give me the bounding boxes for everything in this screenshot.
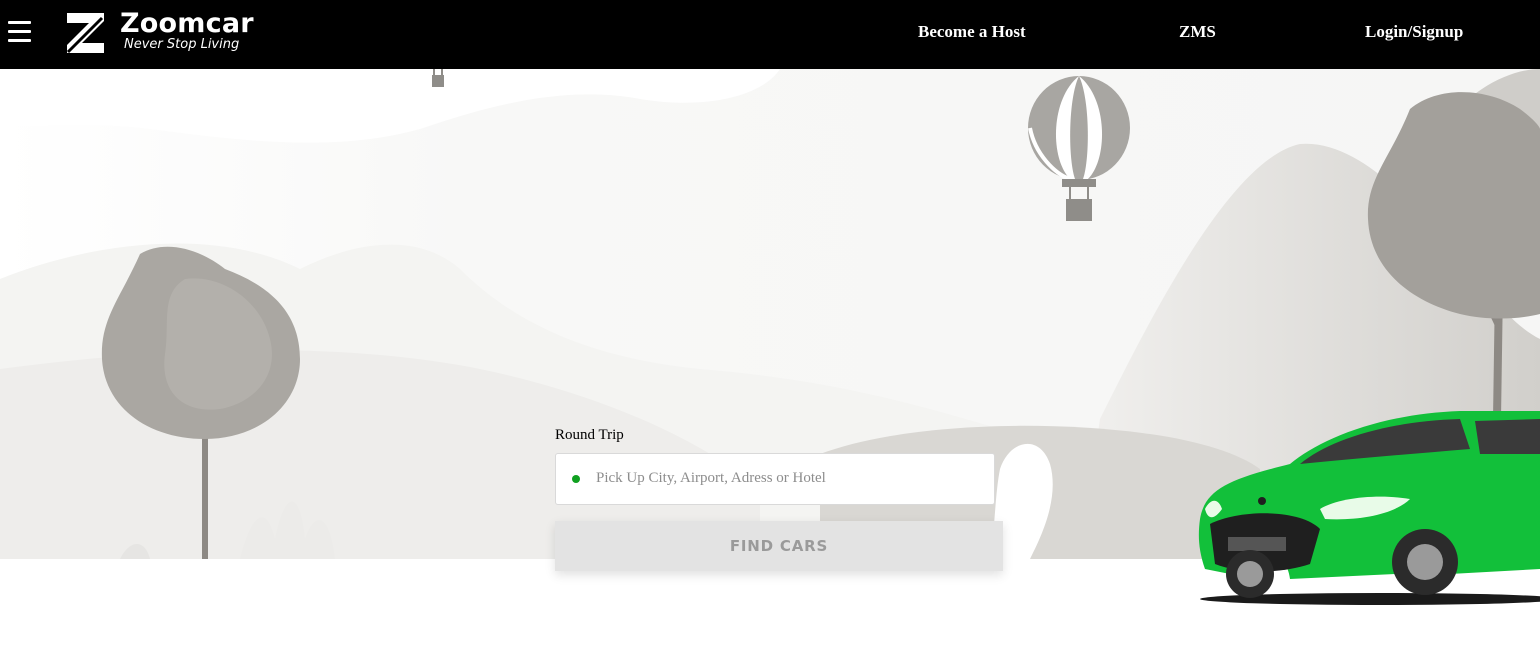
pickup-location-input[interactable]	[596, 454, 976, 502]
zoomcar-z-logo-icon	[66, 13, 104, 54]
zms-link[interactable]: ZMS	[1179, 22, 1216, 42]
trip-type-label: Round Trip	[555, 427, 624, 443]
hamburger-menu-icon[interactable]	[8, 21, 31, 43]
green-dot-icon	[572, 475, 580, 483]
zoomcar-logo[interactable]: Zoomcar Never Stop Living	[64, 8, 254, 55]
login-signup-link[interactable]: Login/Signup	[1365, 22, 1463, 42]
brand-tagline: Never Stop Living	[124, 37, 240, 52]
search-panel: Round Trip FIND CARS	[555, 427, 1005, 571]
brand-name: Zoomcar	[120, 8, 254, 39]
find-cars-button[interactable]: FIND CARS	[555, 521, 1003, 571]
pickup-field[interactable]	[555, 453, 995, 505]
top-navbar: Zoomcar Never Stop Living Become a Host …	[0, 0, 1540, 69]
become-host-link[interactable]: Become a Host	[918, 22, 1026, 42]
